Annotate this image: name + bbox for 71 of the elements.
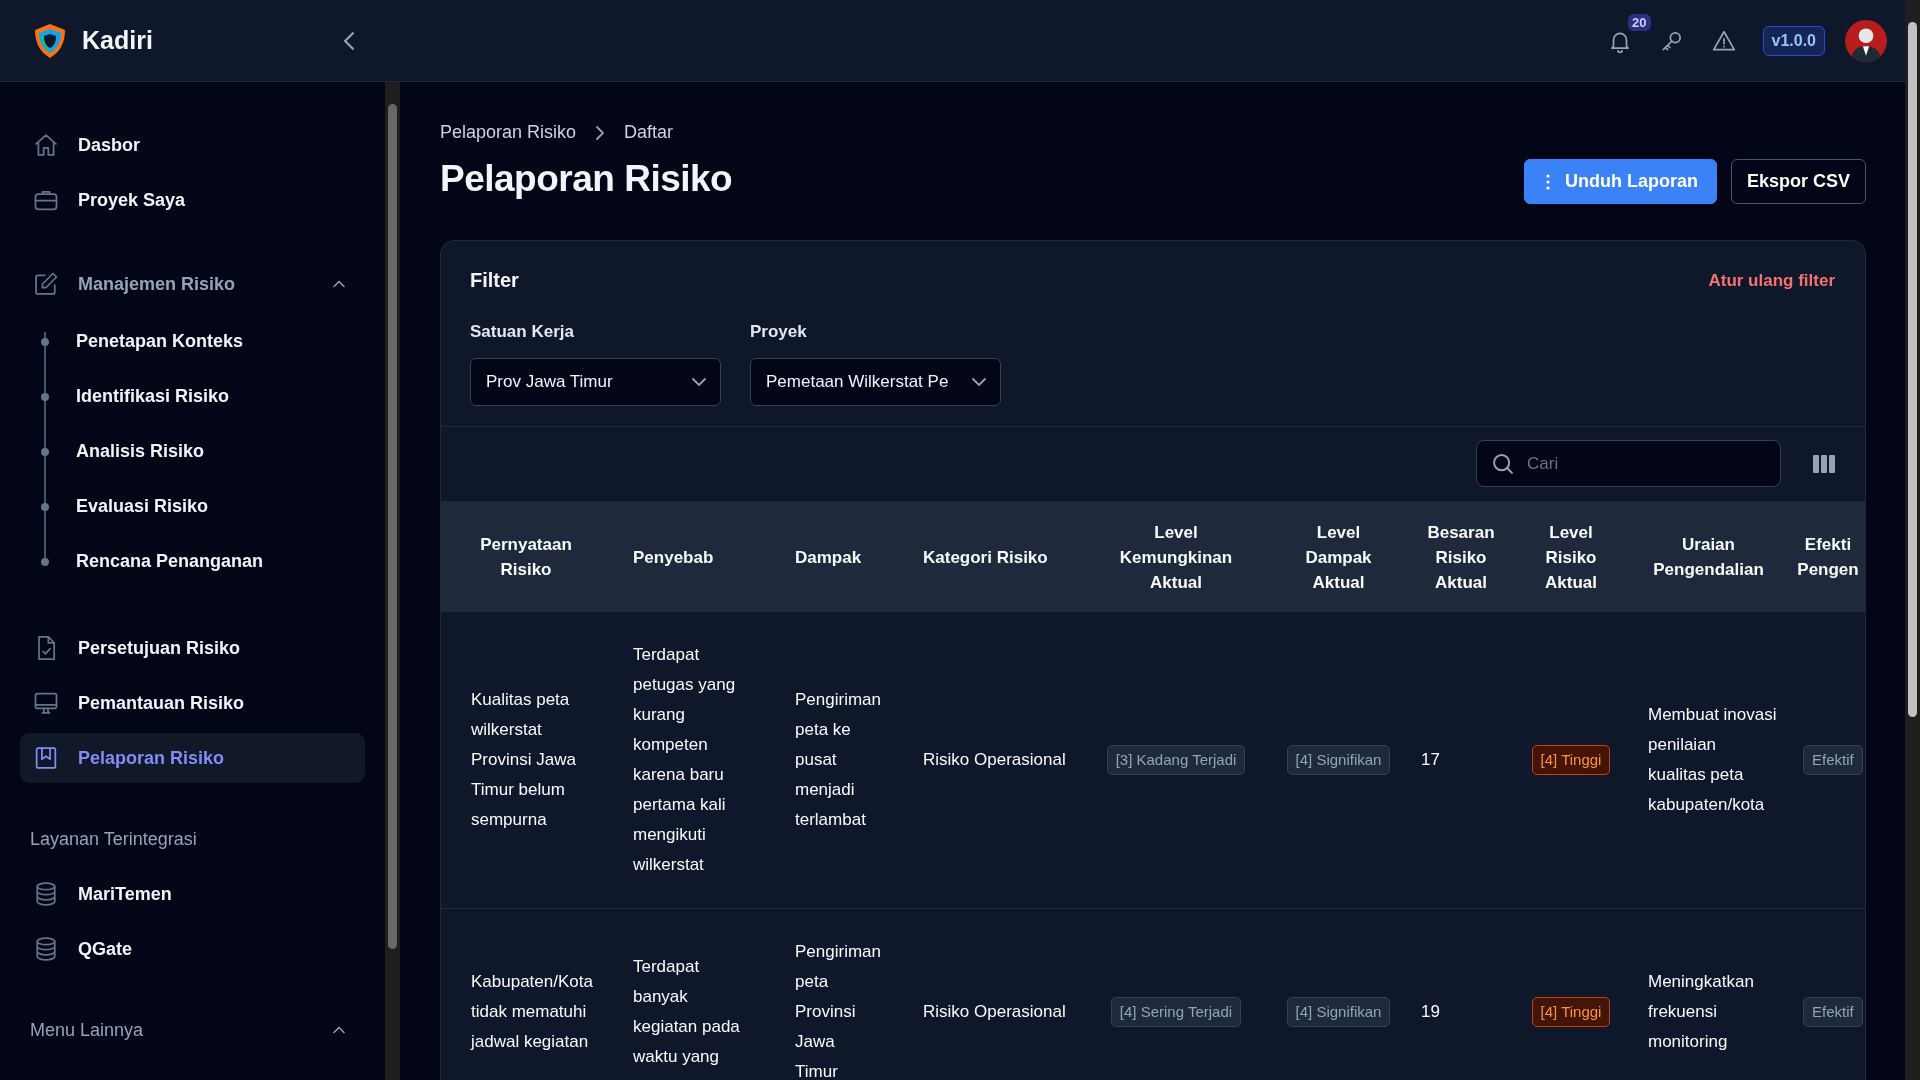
- column-header: Dampak: [795, 547, 862, 567]
- version-badge: v1.0.0: [1762, 25, 1825, 56]
- nav-subitem[interactable]: Identifikasi Risiko: [40, 369, 230, 424]
- edit-icon: [32, 270, 60, 298]
- table-cell: Pengiriman peta Provinsi Jawa Timur: [795, 942, 881, 1080]
- nav-item[interactable]: Proyek Saya: [20, 175, 365, 225]
- dropdown-field[interactable]: Prov Jawa Timur: [470, 358, 721, 406]
- column-header: Kategori Risiko: [923, 547, 1048, 567]
- chevron-down-icon: [972, 378, 986, 386]
- scrollbar[interactable]: [1905, 0, 1920, 1080]
- level-badge: [4] Tinggi: [1531, 745, 1611, 775]
- table-cell: 19: [1421, 1002, 1440, 1021]
- column-header: Level Kemungkinan Aktual: [1119, 522, 1233, 592]
- breadcrumb-link[interactable]: Pelaporan Risiko: [440, 122, 577, 143]
- nav-item[interactable]: MariTemen: [20, 869, 365, 919]
- dropdown-field[interactable]: Pemetaan Wilkerstat Pe: [750, 358, 1001, 406]
- column-header: Level Dampak Aktual: [1305, 522, 1372, 592]
- chevron-left-icon: [344, 31, 354, 50]
- nav-subitem[interactable]: Evaluasi Risiko: [40, 479, 209, 534]
- home-icon: [32, 131, 60, 159]
- level-badge: [4] Signifikan: [1286, 745, 1391, 775]
- nav-item[interactable]: Pelaporan Risiko: [20, 733, 365, 783]
- avatar[interactable]: [1845, 19, 1887, 62]
- table-cell: Kabupaten/Kota tidak mematuhi jadwal kegiatan: [471, 972, 593, 1051]
- table-cell: Terdapat banyak kegiatan pada waktu yang: [633, 957, 740, 1066]
- nav-item[interactable]: Pemantauan Risiko: [20, 678, 365, 728]
- table-cell: Risiko Operasional: [923, 750, 1066, 769]
- table-cell: 17: [1421, 750, 1440, 769]
- column-header: Pernyataan Risiko: [480, 535, 572, 579]
- app-name: Kadiri: [82, 26, 153, 55]
- column-header: Besaran Risiko Aktual: [1427, 522, 1495, 592]
- table-cell: Kualitas peta wilkerstat Provinsi Jawa Timur belum sempurna: [471, 690, 576, 829]
- table-cell: Pengiriman peta ke pusat menjadi terlambat: [795, 690, 881, 829]
- section-heading: Menu Lainnya: [30, 1019, 145, 1041]
- level-badge: [4] Sering Terjadi: [1110, 997, 1242, 1027]
- chevron-right-icon: [596, 125, 605, 140]
- level-badge: [3] Kadang Terjadi: [1106, 745, 1246, 775]
- nav-subitem[interactable]: Rencana Penanganan: [40, 534, 264, 589]
- breadcrumb-link[interactable]: Daftar: [624, 122, 674, 143]
- nav-subitem[interactable]: Penetapan Konteks: [40, 314, 244, 369]
- level-badge: Efektif: [1803, 997, 1863, 1027]
- download-report-button[interactable]: Unduh Laporan: [1523, 159, 1717, 204]
- column-header: Uraian Pengendalian: [1653, 535, 1764, 579]
- table-cell: Meningkatkan frekuensi monitoring: [1648, 972, 1754, 1051]
- reset-filter-link[interactable]: Atur ulang filter: [1708, 270, 1835, 291]
- nav-subitem[interactable]: Analisis Risiko: [40, 424, 205, 479]
- nav-item[interactable]: Manajemen Risiko: [20, 259, 365, 309]
- scrollbar[interactable]: [385, 82, 400, 1080]
- notification-count: 20: [1628, 13, 1651, 31]
- search-icon: [1493, 454, 1513, 474]
- nav-item[interactable]: Dasbor: [20, 120, 365, 170]
- nav-item[interactable]: QGate: [20, 924, 365, 974]
- column-header: Level Risiko Aktual: [1545, 522, 1597, 592]
- field-label: Satuan Kerja: [470, 322, 575, 342]
- page-title: Pelaporan Risiko: [440, 157, 733, 200]
- export-button[interactable]: Ekspor CSV: [1730, 159, 1866, 204]
- table-cell: Terdapat petugas yang kurang kompeten karena baru pertama kali mengikuti wilkerstat: [633, 645, 736, 874]
- chevron-down-icon: [692, 378, 706, 386]
- table-cell: Membuat inovasi penilaian kualitas peta kabupaten/kota: [1648, 705, 1777, 814]
- column-header: Efekti Pengen: [1797, 535, 1859, 579]
- level-badge: [4] Tinggi: [1531, 997, 1611, 1027]
- search-field[interactable]: Cari: [1476, 440, 1781, 487]
- field-label: Proyek: [750, 322, 808, 342]
- filter-title: Filter: [470, 269, 519, 292]
- column-header: Penyebab: [633, 547, 714, 567]
- level-badge: [4] Signifikan: [1286, 997, 1391, 1027]
- level-badge: Efektif: [1803, 745, 1863, 775]
- columns-icon[interactable]: [1813, 454, 1835, 473]
- section-heading: Layanan Terintegrasi: [30, 828, 198, 850]
- table-cell: Risiko Operasional: [923, 1002, 1066, 1021]
- nav-item[interactable]: Persetujuan Risiko: [20, 623, 365, 673]
